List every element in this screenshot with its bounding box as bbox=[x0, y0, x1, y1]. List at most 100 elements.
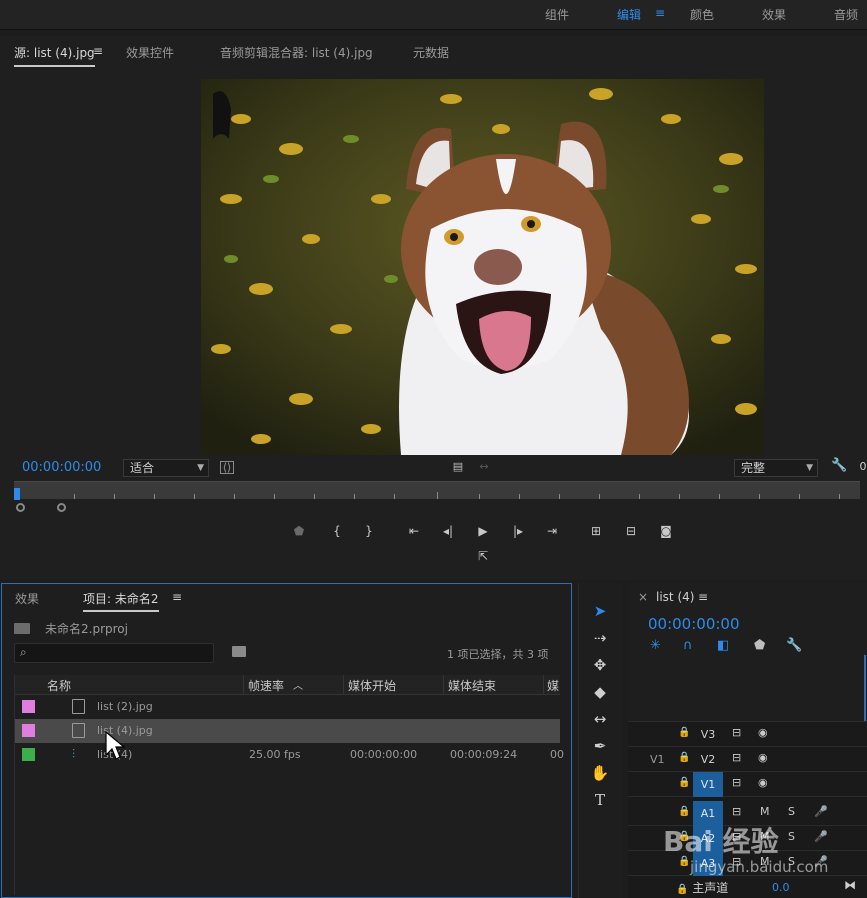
drag-video-icon[interactable]: ↔ bbox=[476, 460, 492, 474]
lock-icon[interactable]: 🔒 bbox=[678, 727, 690, 738]
add-marker-icon[interactable]: ⬟ bbox=[754, 638, 765, 653]
zoom-handle-right[interactable] bbox=[57, 503, 66, 512]
track-name[interactable]: V3 bbox=[693, 722, 723, 747]
wrench-icon[interactable]: 🔧 bbox=[831, 459, 847, 473]
export-frame-icon[interactable]: ⇱ bbox=[473, 549, 493, 563]
label-color-swatch[interactable] bbox=[22, 724, 35, 737]
snap-magnet-icon[interactable]: ∩ bbox=[683, 638, 693, 653]
column-media-more[interactable]: 媒 bbox=[547, 677, 559, 694]
tab-effects[interactable]: 效果 bbox=[15, 590, 39, 607]
sync-lock-icon[interactable]: ⊟ bbox=[732, 776, 741, 789]
zoom-handle-left[interactable] bbox=[16, 503, 25, 512]
column-media-start[interactable]: 媒体开始 bbox=[348, 677, 396, 694]
baidu-watermark-url: jingyan.baidu.com bbox=[690, 858, 829, 876]
lock-icon[interactable]: 🔒 bbox=[676, 884, 688, 895]
chevron-down-icon: ▼ bbox=[197, 463, 204, 473]
mark-out-icon[interactable]: } bbox=[359, 524, 379, 538]
fit-dropdown[interactable]: 适合 ▼ bbox=[123, 459, 209, 477]
tab-project[interactable]: 项目: 未命名2 bbox=[83, 590, 159, 612]
mute-button[interactable]: M bbox=[760, 805, 770, 818]
eye-icon[interactable]: ◉ bbox=[758, 726, 768, 739]
step-back-icon[interactable]: ◂| bbox=[438, 524, 458, 538]
label-color-swatch[interactable] bbox=[22, 748, 35, 761]
source-timecode[interactable]: 00:00:00:00 bbox=[22, 460, 101, 475]
overwrite-icon[interactable]: ⊟ bbox=[621, 524, 641, 538]
column-name[interactable]: 名称 bbox=[47, 677, 71, 694]
source-time-ruler[interactable] bbox=[14, 481, 860, 500]
source-patch-v1[interactable]: V1 bbox=[650, 753, 665, 766]
sort-ascending-icon[interactable]: ︿ bbox=[293, 677, 303, 692]
sync-lock-icon[interactable]: ⊟ bbox=[732, 726, 741, 739]
project-search-input[interactable]: ⌕ bbox=[14, 643, 214, 663]
timeline-timecode[interactable]: 00:00:00:00 bbox=[648, 615, 740, 633]
tab-metadata[interactable]: 元数据 bbox=[413, 44, 449, 61]
tab-effect-controls[interactable]: 效果控件 bbox=[126, 44, 174, 61]
film-icon[interactable]: ▤ bbox=[451, 460, 465, 474]
workspace-tab-assembly[interactable]: 组件 bbox=[545, 6, 569, 23]
tab-sequence[interactable]: list (4) bbox=[656, 590, 694, 604]
panel-menu-icon[interactable]: ≡ bbox=[698, 590, 708, 604]
go-to-in-icon[interactable]: ⇤ bbox=[404, 524, 424, 538]
lock-icon[interactable]: 🔒 bbox=[678, 752, 690, 763]
hand-tool-icon[interactable]: ✋ bbox=[589, 762, 611, 784]
insert-icon[interactable]: ⊞ bbox=[586, 524, 606, 538]
hamburger-icon[interactable]: ≡ bbox=[655, 6, 665, 20]
linked-selection-icon[interactable]: ◧ bbox=[717, 638, 729, 653]
label-color-swatch[interactable] bbox=[22, 700, 35, 713]
play-icon[interactable]: ▶ bbox=[473, 524, 493, 538]
panel-menu-icon[interactable]: ≡ bbox=[172, 590, 182, 604]
track-name[interactable]: V2 bbox=[693, 747, 723, 772]
column-frame-rate[interactable]: 帧速率 bbox=[248, 677, 284, 694]
solo-button[interactable]: S bbox=[788, 830, 795, 843]
selection-tool-icon[interactable]: ➤ bbox=[589, 600, 611, 622]
track-name[interactable]: V1 bbox=[693, 772, 723, 797]
go-to-end-icon[interactable]: ⧓ bbox=[844, 878, 856, 892]
step-forward-icon[interactable]: |▸ bbox=[508, 524, 528, 538]
lock-icon[interactable]: 🔒 bbox=[678, 806, 690, 817]
mouse-cursor-icon bbox=[105, 731, 125, 760]
lock-icon[interactable]: 🔒 bbox=[678, 777, 690, 788]
chevron-down-icon: ▼ bbox=[806, 463, 813, 473]
nest-icon[interactable]: ✳ bbox=[650, 638, 661, 653]
tab-audio-clip-mixer[interactable]: 音频剪辑混合器: list (4).jpg bbox=[220, 44, 373, 61]
right-value: 0 bbox=[859, 460, 867, 473]
type-tool-icon[interactable]: T bbox=[589, 789, 611, 811]
workspace-tab-audio[interactable]: 音频 bbox=[834, 6, 858, 23]
project-panel: 效果 项目: 未命名2 ≡ 未命名2.prproj ⌕ 1 项已选择，共 3 项… bbox=[1, 583, 572, 898]
ripple-edit-tool-icon[interactable]: ✥ bbox=[589, 654, 611, 676]
eye-icon[interactable]: ◉ bbox=[758, 776, 768, 789]
panel-menu-icon[interactable]: ≡ bbox=[93, 44, 103, 58]
wrench-icon[interactable]: 🔧 bbox=[786, 638, 802, 653]
workspace-tab-effects[interactable]: 效果 bbox=[762, 6, 786, 23]
list-item[interactable]: ⫶ list (4) 25.00 fps 00:00:00:00 00:00:0… bbox=[15, 743, 564, 767]
solo-button[interactable]: S bbox=[788, 805, 795, 818]
new-search-bin-icon[interactable] bbox=[232, 646, 246, 657]
razor-tool-icon[interactable]: ◆ bbox=[589, 681, 611, 703]
fit-toggle-icon[interactable]: ⟨⟩ bbox=[220, 461, 234, 474]
close-icon[interactable]: × bbox=[638, 590, 648, 604]
workspace-tab-editing[interactable]: 编辑 bbox=[617, 6, 641, 23]
list-item[interactable]: list (2).jpg bbox=[15, 695, 560, 719]
source-preview-image[interactable] bbox=[201, 79, 764, 455]
camera-icon[interactable]: ◙ bbox=[656, 524, 676, 538]
track-select-tool-icon[interactable]: ⇢ bbox=[589, 627, 611, 649]
master-volume-value[interactable]: 0.0 bbox=[772, 881, 790, 894]
bin-folder-icon bbox=[14, 623, 30, 634]
workspace-tab-color[interactable]: 颜色 bbox=[690, 6, 714, 23]
eye-icon[interactable]: ◉ bbox=[758, 751, 768, 764]
sync-lock-icon[interactable]: ⊟ bbox=[732, 805, 741, 818]
column-media-end[interactable]: 媒体结束 bbox=[448, 677, 496, 694]
mark-in-icon[interactable]: { bbox=[327, 524, 347, 538]
go-to-out-icon[interactable]: ⇥ bbox=[542, 524, 562, 538]
microphone-icon[interactable]: 🎤 bbox=[814, 805, 828, 818]
image-file-icon bbox=[72, 699, 85, 714]
add-marker-icon[interactable]: ⬟ bbox=[289, 524, 309, 538]
playhead[interactable] bbox=[14, 488, 20, 500]
quality-dropdown[interactable]: 完整 ▼ bbox=[734, 459, 818, 477]
list-item[interactable]: list (4).jpg bbox=[15, 719, 560, 743]
sync-lock-icon[interactable]: ⊟ bbox=[732, 751, 741, 764]
slip-tool-icon[interactable]: ↔ bbox=[589, 708, 611, 730]
microphone-icon[interactable]: 🎤 bbox=[814, 830, 828, 843]
pen-tool-icon[interactable]: ✒ bbox=[589, 735, 611, 757]
tab-source[interactable]: 源: list (4).jpg bbox=[14, 44, 95, 67]
